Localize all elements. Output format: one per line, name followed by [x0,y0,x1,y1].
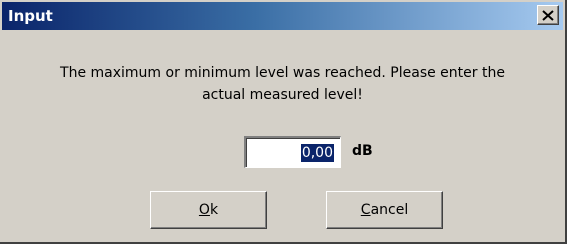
window-title: Input [8,7,53,25]
close-icon [542,9,554,21]
ok-label-rest: k [209,202,219,218]
cancel-label-rest: ancel [370,202,409,218]
ok-button[interactable]: Ok [150,191,267,229]
unit-label: dB [352,143,373,159]
message-line-2: actual measured level! [202,87,363,103]
ok-accelerator: O [198,202,210,218]
message-line-1: The maximum or minimum level was reached… [60,65,505,81]
close-button[interactable] [537,5,559,25]
title-bar[interactable]: Input [2,2,563,30]
cancel-accelerator: C [360,202,371,218]
input-dialog: Input The maximum or minimum level was r… [0,0,567,244]
cancel-button[interactable]: Cancel [326,191,443,229]
level-input[interactable]: 0,00 [244,136,341,168]
message-text: The maximum or minimum level was reached… [10,62,555,106]
level-value-selected: 0,00 [300,144,334,162]
